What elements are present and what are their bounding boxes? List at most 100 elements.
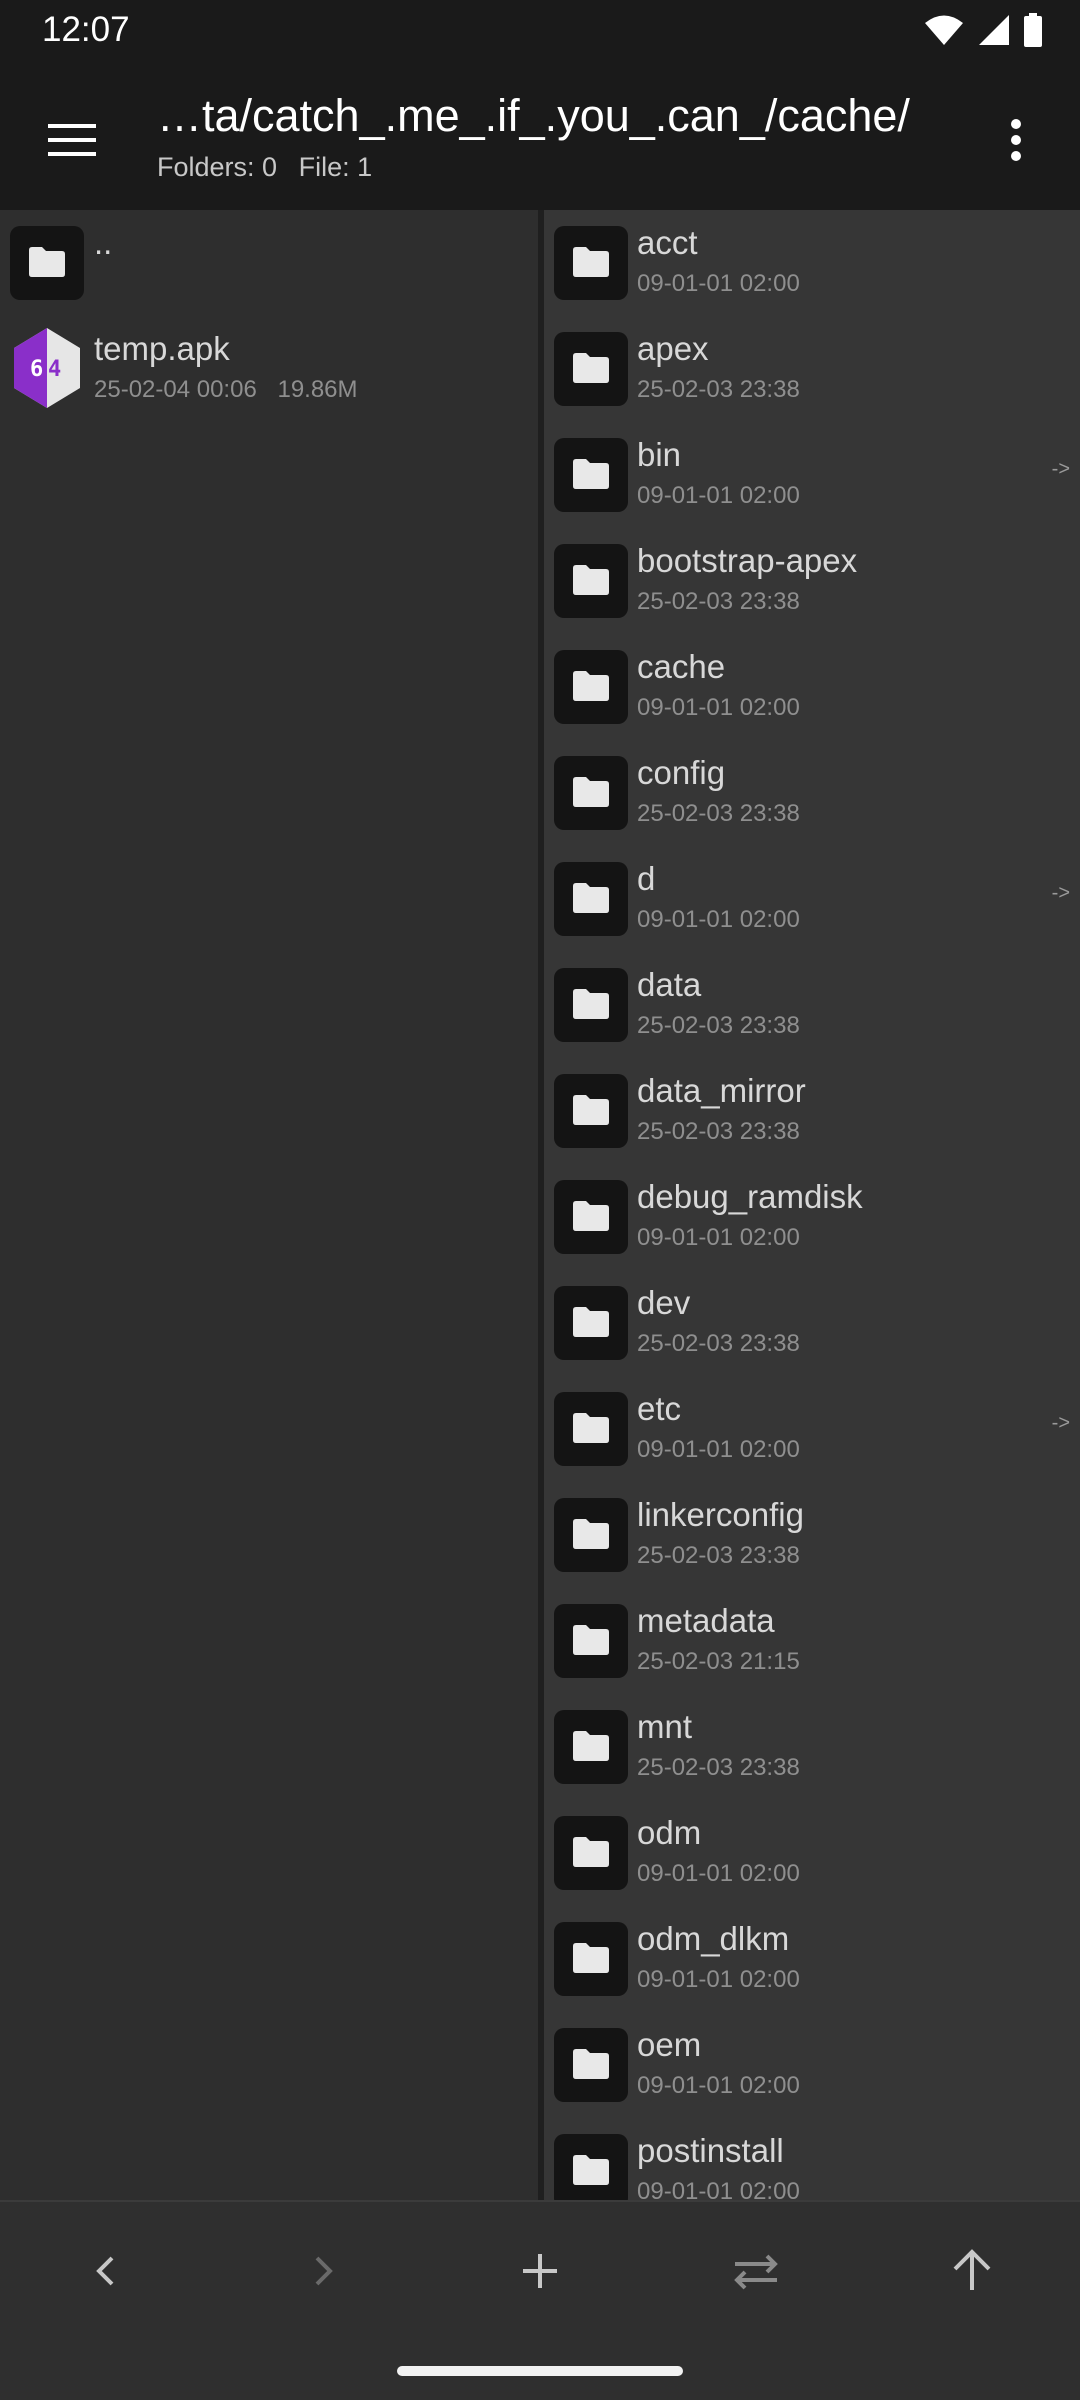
folder-icon [554, 650, 628, 724]
folder-icon [10, 226, 84, 300]
item-name: debug_ramdisk [637, 1178, 863, 1215]
folder-icon [554, 1604, 628, 1678]
left-pane[interactable]: .. 6 4 temp.apk 25-02-04 00:06 19.86M [0, 210, 538, 2200]
add-icon[interactable] [505, 2236, 575, 2306]
folder-icon [554, 438, 628, 512]
list-item[interactable]: data 25-02-03 23:38 [544, 952, 1080, 1058]
list-item[interactable]: data_mirror 25-02-03 23:38 [544, 1058, 1080, 1164]
status-bar: 12:07 [0, 0, 1080, 60]
symlink-indicator: -> [1051, 458, 1070, 480]
folder-icon [554, 544, 628, 618]
folder-icon [554, 1710, 628, 1784]
files-count: File: 1 [298, 152, 373, 182]
item-date: 25-02-03 23:38 [637, 1542, 800, 1569]
item-name: metadata [637, 1602, 775, 1639]
item-name: cache [637, 648, 726, 685]
item-date: 25-02-03 23:38 [637, 1118, 800, 1145]
item-meta: 25-02-04 00:06 19.86M [94, 376, 358, 404]
symlink-indicator: -> [1051, 882, 1070, 904]
item-name: config [637, 754, 726, 791]
list-item[interactable]: oem 09-01-01 02:00 [544, 2012, 1080, 2118]
item-name: postinstall [637, 2132, 784, 2169]
item-date: 25-02-04 00:06 [94, 376, 257, 403]
item-date: 25-02-03 23:38 [637, 376, 800, 403]
up-arrow-icon[interactable] [937, 2236, 1007, 2306]
item-name: acct [637, 224, 698, 261]
app-bar: …ta/catch_.me_.if_.you_.can_/cache/ Fold… [0, 60, 1080, 210]
item-date: 09-01-01 02:00 [637, 1224, 800, 1251]
item-name: odm [637, 1814, 702, 1851]
status-time: 12:07 [42, 10, 130, 49]
battery-icon [1024, 13, 1042, 47]
folder-icon [554, 226, 628, 300]
list-item[interactable]: mnt 25-02-03 23:38 [544, 1694, 1080, 1800]
item-date: 09-01-01 02:00 [637, 1436, 800, 1463]
swap-icon[interactable] [721, 2236, 791, 2306]
forward-arrow-icon[interactable] [288, 2236, 358, 2306]
svg-text:6: 6 [30, 357, 43, 382]
folder-icon [554, 1498, 628, 1572]
list-item[interactable]: odm_dlkm 09-01-01 02:00 [544, 1906, 1080, 2012]
item-date: 25-02-03 21:15 [637, 1648, 800, 1675]
list-item[interactable]: bootstrap-apex 25-02-03 23:38 [544, 528, 1080, 634]
list-item[interactable]: linkerconfig 25-02-03 23:38 [544, 1482, 1080, 1588]
list-item[interactable]: bin 09-01-01 02:00 -> [544, 422, 1080, 528]
list-item-parent-dir[interactable]: .. [0, 210, 538, 316]
wifi-icon [924, 14, 964, 46]
item-name: mnt [637, 1708, 693, 1745]
item-date: 09-01-01 02:00 [637, 2178, 800, 2200]
item-name: data_mirror [637, 1072, 806, 1109]
folder-icon [554, 1074, 628, 1148]
item-name: bootstrap-apex [637, 542, 858, 579]
item-date: 25-02-03 23:38 [637, 1330, 800, 1357]
back-arrow-icon[interactable] [71, 2236, 141, 2306]
list-item[interactable]: metadata 25-02-03 21:15 [544, 1588, 1080, 1694]
folder-icon [554, 756, 628, 830]
folder-icon [554, 2134, 628, 2200]
folder-file-count: Folders: 0 File: 1 [157, 152, 372, 183]
apk-icon: 6 4 [10, 328, 84, 408]
folder-icon [554, 1286, 628, 1360]
list-item[interactable]: apex 25-02-03 23:38 [544, 316, 1080, 422]
list-item[interactable]: odm 09-01-01 02:00 [544, 1800, 1080, 1906]
folder-icon [554, 1392, 628, 1466]
item-name: linkerconfig [637, 1496, 804, 1533]
item-date: 25-02-03 23:38 [637, 1012, 800, 1039]
folder-icon [554, 1180, 628, 1254]
item-size: 19.86M [277, 376, 358, 403]
folders-count: Folders: 0 [157, 152, 278, 182]
list-item[interactable]: config 25-02-03 23:38 [544, 740, 1080, 846]
item-date: 25-02-03 23:38 [637, 588, 800, 615]
item-date: 09-01-01 02:00 [637, 2072, 800, 2099]
list-item-file[interactable]: 6 4 temp.apk 25-02-04 00:06 19.86M [0, 316, 538, 422]
list-item[interactable]: acct 09-01-01 02:00 [544, 210, 1080, 316]
gesture-navigation-bar[interactable] [397, 2366, 683, 2376]
list-item[interactable]: debug_ramdisk 09-01-01 02:00 [544, 1164, 1080, 1270]
more-vert-icon[interactable] [992, 104, 1040, 176]
folder-icon [554, 968, 628, 1042]
item-name: data [637, 966, 702, 1003]
item-name: oem [637, 2026, 702, 2063]
item-name: .. [94, 224, 113, 261]
right-pane[interactable]: acct 09-01-01 02:00 apex 25-02-03 23:38 bin 0… [544, 210, 1080, 2200]
directory-list: acct 09-01-01 02:00 apex 25-02-03 23:38 bin 0… [544, 210, 1080, 2200]
folder-icon [554, 862, 628, 936]
list-item[interactable]: cache 09-01-01 02:00 [544, 634, 1080, 740]
item-date: 09-01-01 02:00 [637, 906, 800, 933]
hamburger-menu-icon[interactable] [36, 104, 108, 176]
list-item[interactable]: postinstall 09-01-01 02:00 [544, 2118, 1080, 2200]
item-name: etc [637, 1390, 682, 1427]
list-item[interactable]: d 09-01-01 02:00 -> [544, 846, 1080, 952]
item-name: apex [637, 330, 709, 367]
list-item[interactable]: etc 09-01-01 02:00 -> [544, 1376, 1080, 1482]
item-name: dev [637, 1284, 691, 1321]
status-icons [924, 12, 1042, 48]
item-name: bin [637, 436, 682, 473]
item-date: 25-02-03 23:38 [637, 800, 800, 827]
folder-icon [554, 332, 628, 406]
list-item[interactable]: dev 25-02-03 23:38 [544, 1270, 1080, 1376]
symlink-indicator: -> [1051, 1412, 1070, 1434]
current-path-title[interactable]: …ta/catch_.me_.if_.you_.can_/cache/ [157, 90, 957, 142]
item-date: 09-01-01 02:00 [637, 694, 800, 721]
bottom-toolbar [0, 2200, 1080, 2342]
